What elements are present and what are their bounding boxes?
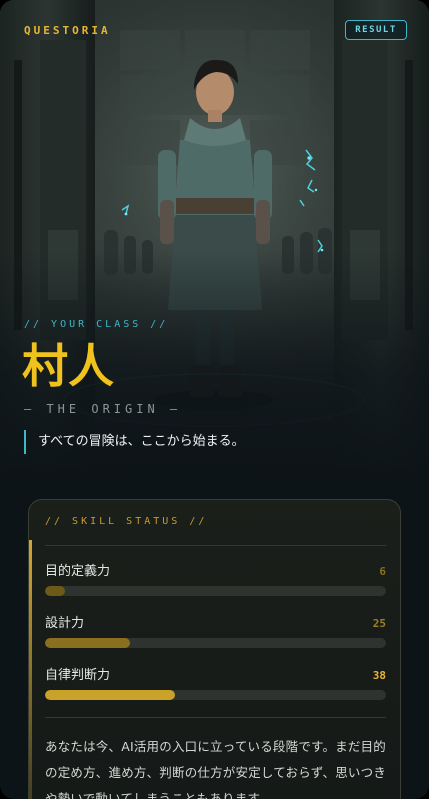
skill-value: 25 [372, 617, 386, 630]
class-name: 村人 [22, 339, 114, 393]
skill-bar-track [45, 690, 386, 700]
skill-name: 設計力 [45, 616, 85, 631]
hero-section: QUESTORIA RESULT // YOUR CLASS // 村人 — T… [0, 0, 429, 476]
result-description: あなたは今、AI活用の入口に立っている段階です。まだ目的の定め方、進め方、判断の… [45, 739, 387, 799]
skill-name: 目的定義力 [45, 564, 111, 579]
divider [45, 545, 386, 546]
panel-accent-bar [29, 540, 32, 799]
result-button[interactable]: RESULT [345, 20, 407, 40]
skill-status-title: // SKILL STATUS // [45, 516, 208, 527]
skill-name: 自律判断力 [45, 668, 111, 683]
divider [45, 717, 386, 718]
skill-bar-track [45, 586, 386, 596]
app-frame: QUESTORIA RESULT // YOUR CLASS // 村人 — T… [0, 0, 429, 799]
skill-bar-fill [45, 586, 66, 596]
skill-bar-fill [45, 638, 131, 648]
skill-value: 6 [379, 565, 386, 578]
skill-bar-track [45, 638, 386, 648]
skill-bar-fill [45, 690, 175, 700]
your-class-label: // YOUR CLASS // [24, 319, 169, 330]
tagline: すべての冒険は、ここから始まる。 [24, 430, 245, 454]
brand-logo: QUESTORIA [24, 24, 111, 37]
origin-subtitle: — THE ORIGIN — [24, 402, 182, 416]
skill-value: 38 [372, 669, 386, 682]
skill-status-panel: // SKILL STATUS // 目的定義力 6 設計力 25 自律判断力 … [28, 499, 401, 799]
